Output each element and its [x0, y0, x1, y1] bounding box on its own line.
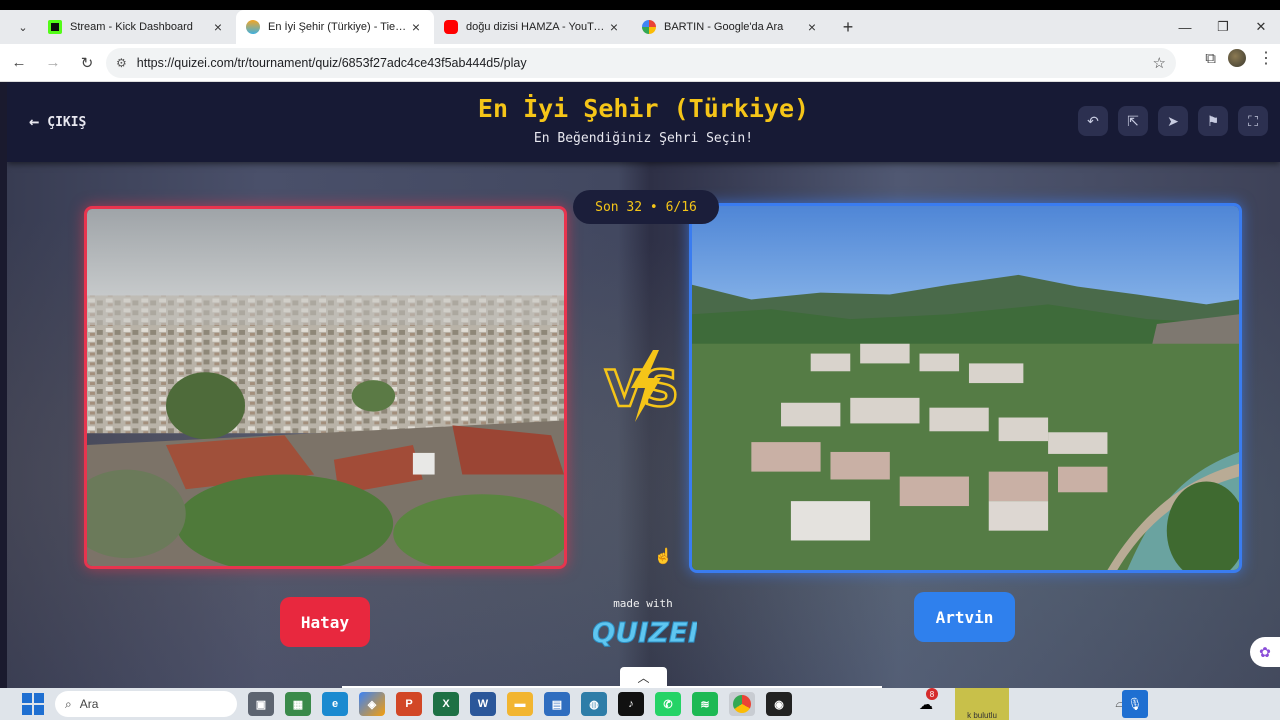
address-bar: ← → ↻ ⚙ https://quizei.com/tr/tournament… — [0, 44, 1280, 82]
back-arrow-icon[interactable]: ← — [4, 48, 34, 78]
browser-menu-icon[interactable]: ⋮ — [1258, 48, 1274, 68]
reload-icon[interactable]: ↻ — [72, 48, 102, 78]
quizei-favicon-icon — [246, 20, 260, 34]
tab-quizei[interactable]: En İyi Şehir (Türkiye) - Tier List, × — [236, 10, 434, 44]
windows-taskbar: ⌕ Ara ▣ ▦ e ◈ P X W ▬ ▤ ◍ ♪ ✆ ≋ ◉ ☁ 8 k … — [0, 688, 1280, 720]
artvin-city-photo — [692, 206, 1239, 570]
forward-arrow-icon[interactable]: → — [38, 48, 68, 78]
quiz-toolbar: ↶ ⇱ ➤ ⚑ ⛶ — [1078, 106, 1268, 136]
spotify-icon[interactable]: ≋ — [692, 692, 718, 716]
taskbar-search-placeholder: Ara — [79, 697, 99, 711]
quiz-header: ← ÇIKIŞ En İyi Şehir (Türkiye) En Beğend… — [7, 82, 1280, 162]
obs-icon[interactable]: ◉ — [766, 692, 792, 716]
youtube-favicon-icon — [444, 20, 458, 34]
undo-icon[interactable]: ↶ — [1078, 106, 1108, 136]
chrome-icon[interactable] — [729, 692, 755, 716]
pick-artvin-button[interactable]: Artvin — [914, 592, 1015, 642]
toolbar-right: ⧉ ⋮ — [1205, 48, 1274, 68]
quiz-page: ← ÇIKIŞ En İyi Şehir (Türkiye) En Beğend… — [7, 82, 1280, 688]
search-icon: ⌕ — [65, 696, 72, 711]
globe-app-icon[interactable]: ◍ — [581, 692, 607, 716]
tab-google-search[interactable]: BARTIN - Google'da Ara × — [632, 10, 830, 44]
assistant-brain-icon[interactable]: ✿ — [1250, 637, 1280, 667]
hatay-city-photo — [87, 209, 564, 566]
tiktok-icon[interactable]: ♪ — [618, 692, 644, 716]
share-icon[interactable]: ⇱ — [1118, 106, 1148, 136]
tab-search-chevron-icon[interactable]: ⌄ — [8, 14, 38, 40]
minimize-icon[interactable]: — — [1166, 10, 1204, 44]
tab-title: Stream - Kick Dashboard — [70, 21, 193, 33]
flag-icon[interactable]: ⚑ — [1198, 106, 1228, 136]
round-progress: Son 32 • 6/16 — [573, 190, 719, 224]
choice-card-left[interactable] — [84, 206, 567, 569]
site-info-icon[interactable]: ⚙ — [116, 56, 127, 70]
profile-avatar[interactable] — [1228, 49, 1246, 67]
tab-close-icon[interactable]: × — [606, 19, 622, 35]
edge-icon[interactable]: e — [322, 692, 348, 716]
pick-hatay-button[interactable]: Hatay — [280, 597, 370, 647]
new-tab-plus-icon[interactable]: + — [834, 17, 862, 38]
choice-card-right[interactable] — [689, 203, 1242, 573]
taskbar-pinned-apps: ▣ ▦ e ◈ P X W ▬ ▤ ◍ ♪ ✆ ≋ ◉ — [248, 692, 792, 716]
mouse-cursor-icon: ☝ — [654, 548, 673, 565]
made-with-label: made with — [613, 597, 673, 610]
tab-close-icon[interactable]: × — [804, 19, 820, 35]
svg-text:QUIZEI: QUIZEI — [593, 616, 697, 649]
versus-bolt-icon: V S — [604, 350, 680, 422]
excel-icon[interactable]: X — [433, 692, 459, 716]
url-text: https://quizei.com/tr/tournament/quiz/68… — [136, 56, 527, 70]
window-controls: — ❐ ✕ — [1166, 10, 1280, 44]
powerpoint-icon[interactable]: P — [396, 692, 422, 716]
task-view-icon[interactable]: ▣ — [248, 692, 274, 716]
weather-badge: 8 — [926, 688, 938, 700]
kick-favicon-icon — [48, 20, 62, 34]
tab-title: doğu dizisi HAMZA - YouTube — [466, 21, 606, 33]
extensions-puzzle-icon[interactable]: ⧉ — [1205, 50, 1216, 67]
tab-close-icon[interactable]: × — [408, 19, 424, 35]
whatsapp-icon[interactable]: ✆ — [655, 692, 681, 716]
store-icon[interactable]: ▤ — [544, 692, 570, 716]
tab-close-icon[interactable]: × — [210, 19, 226, 35]
tab-youtube[interactable]: doğu dizisi HAMZA - YouTube × — [434, 10, 632, 44]
tab-title: BARTIN - Google'da Ara — [664, 21, 784, 33]
widgets-icon[interactable]: ▦ — [285, 692, 311, 716]
start-windows-icon[interactable] — [22, 693, 44, 715]
weather-thumbnail[interactable]: k bulutlu — [955, 688, 1009, 720]
bookmark-star-icon[interactable]: ☆ — [1153, 54, 1166, 72]
google-favicon-icon — [642, 20, 656, 34]
window-close-icon[interactable]: ✕ — [1242, 10, 1280, 44]
tab-title: En İyi Şehir (Türkiye) - Tier List, — [268, 21, 408, 33]
copilot-icon[interactable]: ◈ — [359, 692, 385, 716]
tab-bar: ⌄ Stream - Kick Dashboard × En İyi Şehir… — [0, 10, 1280, 44]
browser-window: ⌄ Stream - Kick Dashboard × En İyi Şehir… — [0, 0, 1280, 720]
microphone-icon[interactable]: 🎙 — [1122, 690, 1148, 718]
send-icon[interactable]: ➤ — [1158, 106, 1188, 136]
scroll-up-chevron-icon[interactable]: ︿ — [620, 667, 667, 688]
svg-text:V: V — [605, 360, 644, 418]
taskbar-search-input[interactable]: ⌕ Ara — [55, 691, 237, 717]
tab-kick-dashboard[interactable]: Stream - Kick Dashboard × — [38, 10, 236, 44]
title-strip — [0, 0, 1280, 10]
file-explorer-icon[interactable]: ▬ — [507, 692, 533, 716]
fullscreen-icon[interactable]: ⛶ — [1238, 106, 1268, 136]
restore-icon[interactable]: ❐ — [1204, 10, 1242, 44]
url-field[interactable]: ⚙ https://quizei.com/tr/tournament/quiz/… — [106, 48, 1176, 78]
quizei-logo[interactable]: QUIZEI — [593, 610, 697, 650]
word-icon[interactable]: W — [470, 692, 496, 716]
